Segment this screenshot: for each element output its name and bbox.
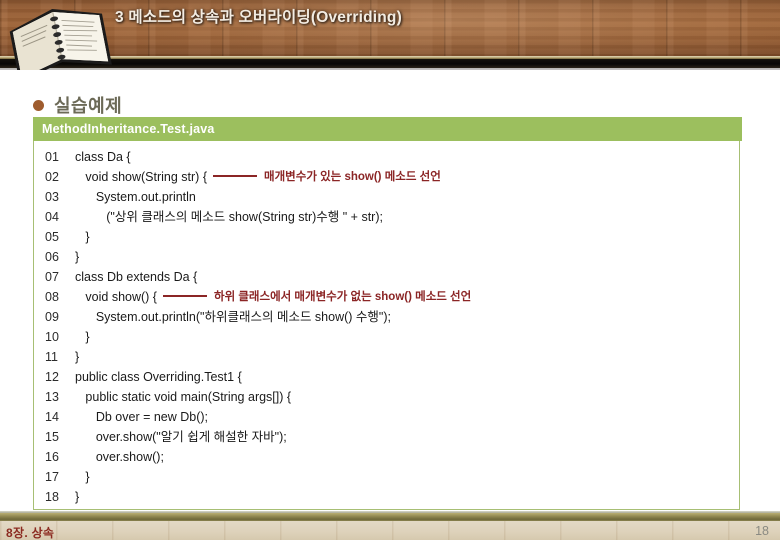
code-line-text: } <box>75 470 90 484</box>
code-line-text: class Da { <box>75 150 131 164</box>
code-line: 02 void show(String str) { 매개변수가 있는 show(… <box>34 167 739 187</box>
code-line-number: 03 <box>45 190 59 204</box>
annotation-text: 하위 클래스에서 매개변수가 없는 show() 메소드 선언 <box>213 291 472 303</box>
code-line-text: } <box>75 230 90 244</box>
code-line-text: void show() { <box>75 290 157 304</box>
code-line-text: over.show(); <box>75 450 164 464</box>
code-line-text: System.out.println("하위클래스의 메소드 show() 수행… <box>75 310 391 324</box>
code-line-number: 12 <box>45 370 59 384</box>
code-line-number: 06 <box>45 250 59 264</box>
footer-chapter-label: 8장. 상속 <box>6 526 55 540</box>
slide-header: 3 메소드의 상속과 오버라이딩(Overriding) <box>0 0 780 70</box>
code-line-number: 13 <box>45 390 59 404</box>
code-line-number: 18 <box>45 490 59 504</box>
code-line-number: 04 <box>45 210 59 224</box>
code-line: 12 public class Overriding.Test1 { <box>34 367 739 387</box>
annotation-leader-line <box>213 174 257 177</box>
code-line: 11} <box>34 347 739 367</box>
code-line: 05 } <box>34 227 739 247</box>
code-line-text: over.show("알기 쉽게 해설한 자바"); <box>75 430 287 444</box>
bullet-dot-icon <box>33 99 44 111</box>
code-file-header-bar: MethodInheritance.Test.java <box>33 117 742 141</box>
code-line-text: } <box>75 330 90 344</box>
code-line: 01 class Da { <box>34 147 739 167</box>
code-line-number: 07 <box>45 270 59 284</box>
code-line-number: 01 <box>45 150 59 164</box>
code-line: 04 ("상위 클래스의 메소드 show(String str)수행 " + … <box>34 207 739 227</box>
footer-page-number: 18 <box>755 524 769 538</box>
code-line: 07 class Db extends Da { <box>34 267 739 287</box>
code-line-text: class Db extends Da { <box>75 270 198 284</box>
code-line: 16 over.show(); <box>34 447 739 467</box>
code-line: 08 void show() { 하위 클래스에서 매개변수가 없는 show()… <box>34 287 739 307</box>
code-line: 17 } <box>34 467 739 487</box>
section-heading: 실습예제 <box>33 92 122 118</box>
code-line: 15 over.show("알기 쉽게 해설한 자바"); <box>34 427 739 447</box>
code-line: 13 public static void main(String args[]… <box>34 387 739 407</box>
code-line: 06} <box>34 247 739 267</box>
code-line: 10 } <box>34 327 739 347</box>
code-line-number: 10 <box>45 330 59 344</box>
code-line-number: 16 <box>45 450 59 464</box>
section-heading-label: 실습예제 <box>54 96 123 116</box>
code-filename-label: MethodInheritance.Test.java <box>42 122 215 136</box>
slide-footer: 8장. 상속 18 <box>0 511 780 540</box>
annotation-leader-line <box>162 294 207 297</box>
code-line: 03 System.out.println <box>34 187 739 207</box>
code-line: 14 Db over = new Db(); <box>34 407 739 427</box>
code-line-text: } <box>75 250 80 264</box>
code-line-text: System.out.println <box>75 190 196 204</box>
footer-wood-background <box>0 521 780 540</box>
code-line-number: 15 <box>45 430 59 444</box>
open-book-icon <box>3 0 119 70</box>
code-line-number: 09 <box>45 310 59 324</box>
code-line: 09 System.out.println("하위클래스의 메소드 show()… <box>34 307 739 327</box>
code-line-number: 05 <box>45 230 59 244</box>
code-line-text: } <box>75 350 80 364</box>
code-line-text: void show(String str) { <box>75 170 207 184</box>
footer-rail <box>0 513 780 521</box>
annotation-text: 매개변수가 있는 show() 메소드 선언 <box>264 171 441 183</box>
code-line-number: 14 <box>45 410 59 424</box>
code-line-number: 02 <box>45 170 59 184</box>
code-line-text: ("상위 클래스의 메소드 show(String str)수행 " + str… <box>75 210 383 224</box>
code-line-text: Db over = new Db(); <box>75 410 209 424</box>
slide-canvas: 3 메소드의 상속과 오버라이딩(Overriding) 실습예제 Method… <box>0 0 780 540</box>
code-line-text: } <box>75 490 80 504</box>
code-line-text: public static void main(String args[]) { <box>75 390 292 404</box>
slide-title: 3 메소드의 상속과 오버라이딩(Overriding) <box>115 9 402 26</box>
code-line-list: 01 class Da { 02 void show(String str) { 매개… <box>34 141 739 507</box>
code-line-text: public class Overriding.Test1 { <box>75 370 242 384</box>
code-listing-panel: 01 class Da { 02 void show(String str) { 매개… <box>33 141 740 510</box>
code-line-number: 08 <box>45 290 59 304</box>
code-line-number: 11 <box>45 350 58 364</box>
code-line-number: 17 <box>45 470 59 484</box>
code-line: 18} <box>34 487 739 507</box>
